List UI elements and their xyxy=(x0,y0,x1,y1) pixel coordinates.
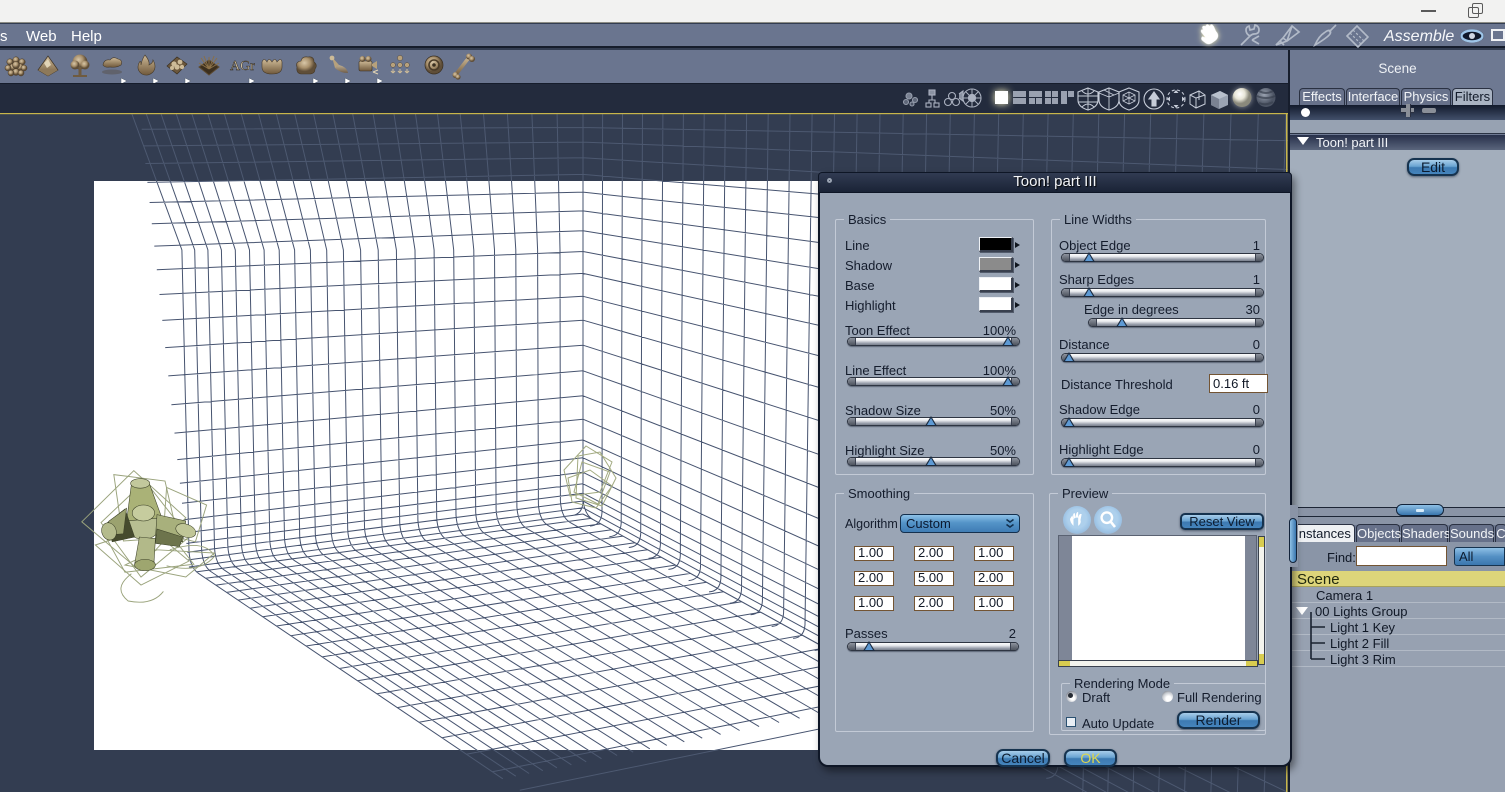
svg-text:AGr: AGr xyxy=(230,59,255,74)
